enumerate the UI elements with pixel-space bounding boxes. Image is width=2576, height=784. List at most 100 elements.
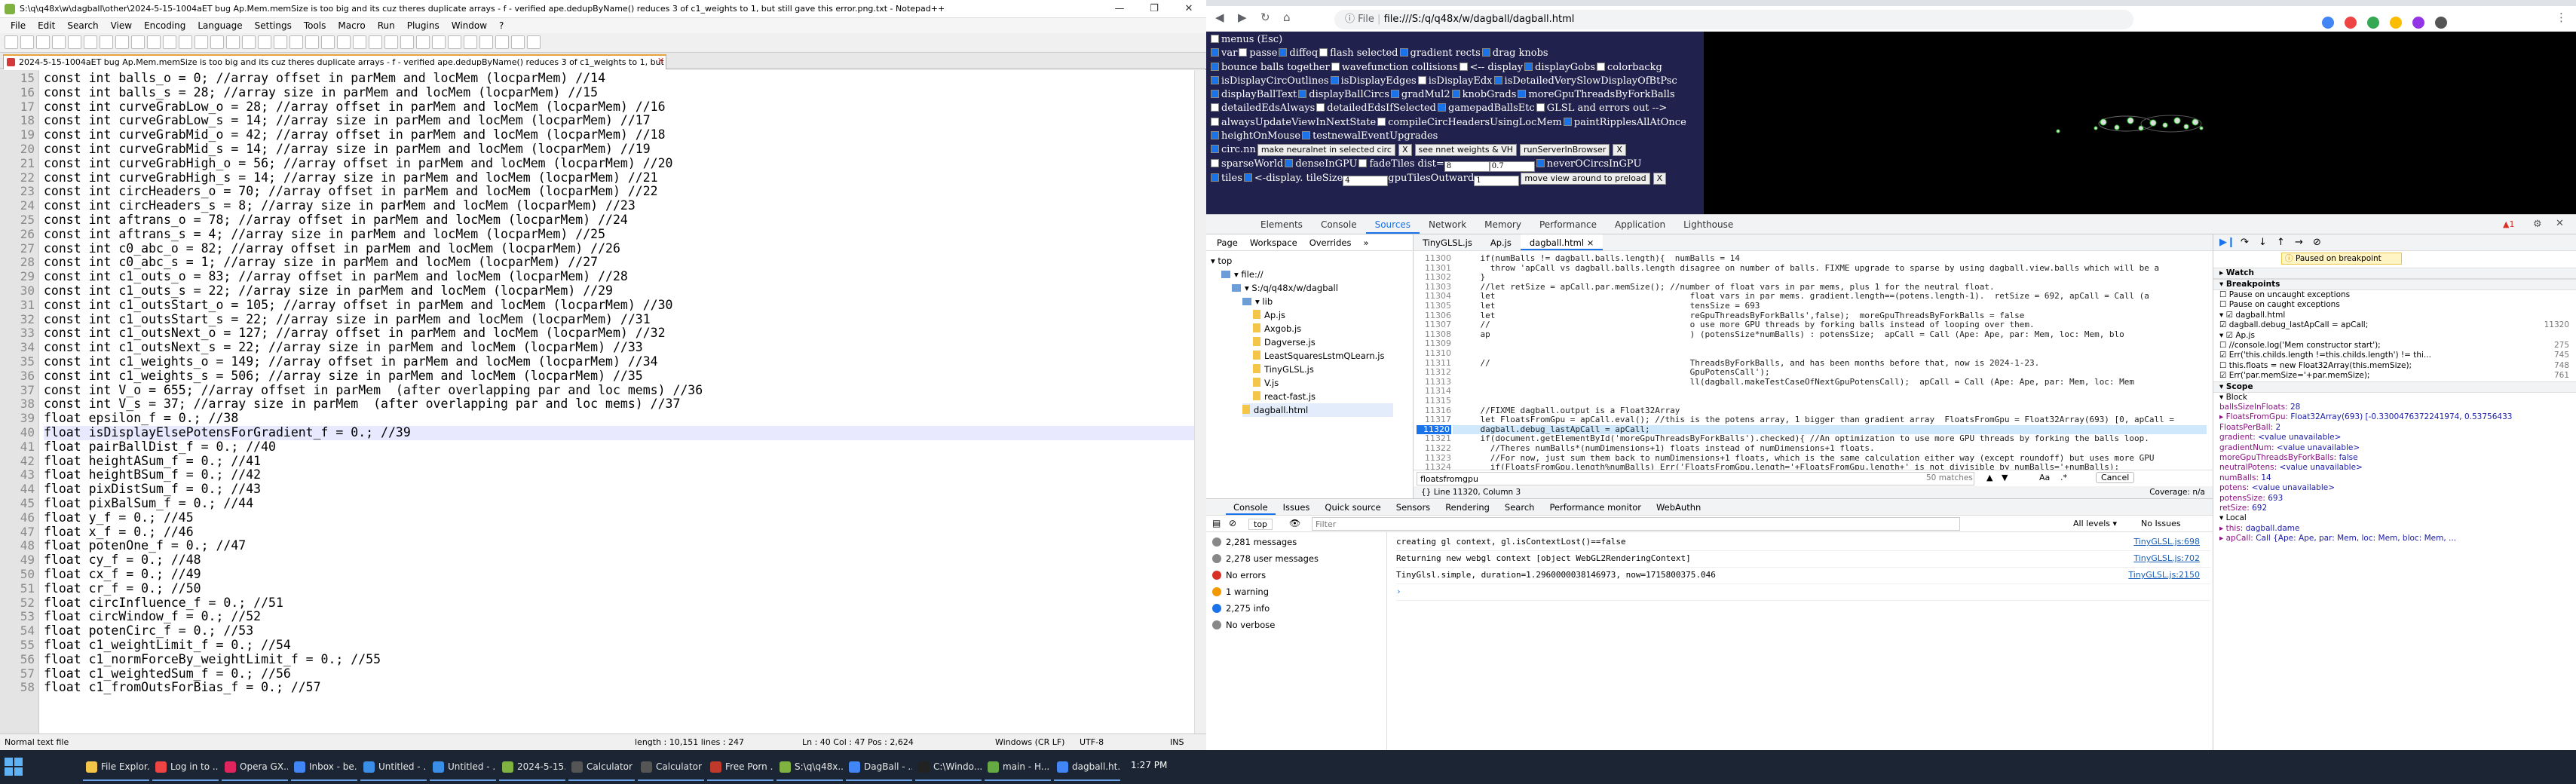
drawer-tab[interactable]: Sensors [1389, 499, 1438, 515]
tree-item[interactable]: V.js [1253, 376, 1279, 390]
toolbar-button-icon[interactable] [369, 35, 382, 49]
drawer-tab[interactable]: Console [1226, 499, 1276, 515]
devtools-tab[interactable]: Elements [1251, 215, 1312, 234]
scope-variable[interactable]: retSize: 692 [2213, 504, 2576, 513]
option-checkbox[interactable] [1524, 62, 1533, 71]
source-line-number[interactable]: 11324 [1414, 463, 1451, 470]
eye-icon[interactable]: 👁 [1289, 518, 1300, 528]
prev-match-icon[interactable]: ▲ [1986, 473, 1992, 482]
option-checkbox[interactable] [1536, 103, 1545, 112]
tree-item[interactable]: ▾ top [1211, 254, 1232, 268]
close-devtools-icon[interactable]: ✕ [2556, 218, 2564, 229]
menu-item[interactable]: Run [372, 18, 401, 33]
close-window-button[interactable]: ✕ [1172, 0, 1206, 18]
clear-console-icon[interactable]: ⊘ [1229, 518, 1236, 528]
navigator-tab[interactable]: Page [1211, 234, 1244, 250]
overlay-button[interactable]: X [1652, 172, 1667, 185]
option-checkbox[interactable] [1211, 90, 1219, 99]
taskbar-item[interactable]: C:\Windo... [915, 753, 982, 781]
tree-item[interactable]: TinyGLSL.js [1253, 363, 1314, 376]
message-source-link[interactable]: TinyGLSL.js:698 [2133, 534, 2200, 550]
option-checkbox[interactable] [1319, 48, 1328, 57]
toolbar-button-icon[interactable] [274, 35, 287, 49]
overlay-button[interactable]: X [1398, 144, 1412, 157]
minimize-button[interactable]: — [1102, 0, 1137, 18]
toolbar-button-icon[interactable] [5, 35, 18, 49]
scope-variable[interactable]: potens: <value unavailable> [2213, 483, 2576, 493]
extension-icon[interactable] [2322, 17, 2334, 29]
menu-item[interactable]: ? [493, 18, 510, 33]
overlay-input[interactable]: 8 [1444, 161, 1490, 172]
drawer-tab[interactable]: WebAuthn [1649, 499, 1708, 515]
step-icon[interactable]: → [2295, 237, 2303, 248]
toolbar-button-icon[interactable] [321, 35, 335, 49]
settings-gear-icon[interactable]: ⚙ [2533, 219, 2542, 230]
toolbar-button-icon[interactable] [495, 35, 509, 49]
toolbar-button-icon[interactable] [100, 35, 113, 49]
step-into-icon[interactable]: ↓ [2259, 237, 2267, 248]
scope-variable[interactable]: neutralPotens: <value unavailable> [2213, 463, 2576, 473]
issues-count[interactable]: No Issues [2141, 519, 2181, 528]
option-checkbox[interactable] [1211, 131, 1219, 140]
menu-item[interactable]: Window [446, 18, 493, 33]
taskbar-item[interactable]: Opera GX... [222, 753, 288, 781]
menu-item[interactable]: Search [61, 18, 104, 33]
step-over-icon[interactable]: ↷ [2241, 237, 2249, 248]
devtools-tab[interactable]: Application [1606, 215, 1674, 234]
breakpoint-row[interactable]: ▾ Block [2213, 393, 2576, 403]
breakpoint-row[interactable]: ☐ //console.log('Mem constructor start')… [2213, 341, 2576, 351]
taskbar-item[interactable]: Untitled - ... [430, 753, 496, 781]
vertical-scrollbar[interactable] [1194, 70, 1206, 733]
site-info-icon[interactable]: ⓘ [1345, 14, 1358, 25]
overlay-button[interactable]: see nnet weights & VH [1414, 144, 1517, 157]
tab-active-file[interactable]: 2024-5-15-1004aET bug Ap.Mem.memSize is … [3, 54, 666, 69]
reload-icon[interactable]: ↻ [1260, 11, 1270, 24]
step-out-icon[interactable]: ↑ [2277, 237, 2285, 248]
devtools-tab[interactable]: Sources [1365, 215, 1420, 234]
option-checkbox[interactable] [1437, 103, 1446, 112]
toolbar-button-icon[interactable] [464, 35, 477, 49]
toolbar-button-icon[interactable] [36, 35, 50, 49]
breakpoint-row[interactable]: ☑ Err('par.memSize='+par.memSize); 761 [2213, 371, 2576, 381]
drawer-tab[interactable]: Issues [1276, 499, 1318, 515]
navigator-tab[interactable]: Overrides [1303, 234, 1358, 250]
option-checkbox[interactable] [1358, 158, 1368, 167]
option-checkbox[interactable] [1331, 62, 1340, 71]
source-line-number[interactable]: 11317 [1414, 415, 1451, 425]
sidebar-toggle-icon[interactable]: ▤ [1212, 518, 1221, 528]
extension-icon[interactable] [2367, 17, 2379, 29]
extension-icon[interactable] [2345, 17, 2357, 29]
devtools-tab[interactable]: Network [1420, 215, 1475, 234]
overlay-button[interactable]: X [1613, 144, 1626, 157]
source-line-number[interactable]: 11307 [1414, 320, 1451, 330]
menu-item[interactable]: Edit [32, 18, 61, 33]
source-line-number[interactable]: 11310 [1414, 348, 1451, 359]
overlay-button[interactable]: make neuralnet in selected circ [1257, 144, 1395, 157]
toolbar-button-icon[interactable] [305, 35, 319, 49]
devtools-tab[interactable]: Memory [1475, 215, 1530, 234]
drawer-tab[interactable]: Quick source [1317, 499, 1388, 515]
taskbar-item[interactable]: 2024-5-15... [499, 753, 565, 781]
resume-icon[interactable]: ▶❙ [2219, 237, 2235, 248]
toolbar-button-icon[interactable] [68, 35, 81, 49]
message-source-link[interactable]: TinyGLSL.js:702 [2133, 550, 2200, 567]
taskbar-item[interactable]: S:\q\q48x... [776, 753, 843, 781]
toolbar-button-icon[interactable] [384, 35, 398, 49]
source-line-number[interactable]: 11312 [1414, 368, 1451, 378]
toolbar-button-icon[interactable] [226, 35, 240, 49]
editor-tab[interactable]: Ap.js [1481, 234, 1521, 250]
option-checkbox[interactable] [1493, 75, 1502, 84]
toolbar-button-icon[interactable] [115, 35, 129, 49]
option-checkbox[interactable] [1211, 103, 1219, 112]
menu-item[interactable]: Macro [332, 18, 371, 33]
option-checkbox[interactable] [1211, 145, 1219, 154]
toolbar-button-icon[interactable] [52, 35, 66, 49]
scope-variable[interactable]: potensSize: 693 [2213, 494, 2576, 504]
breakpoint-row[interactable]: ☐ Pause on uncaught exceptions [2213, 290, 2576, 300]
tree-item[interactable]: ▾ file:// [1221, 268, 1263, 281]
overlay-input[interactable]: 0.7 [1489, 161, 1535, 172]
option-checkbox[interactable] [1563, 117, 1572, 126]
menu-item[interactable]: Plugins [401, 18, 446, 33]
toolbar-button-icon[interactable] [479, 35, 493, 49]
editor-tab[interactable]: dagball.html × [1520, 234, 1603, 250]
